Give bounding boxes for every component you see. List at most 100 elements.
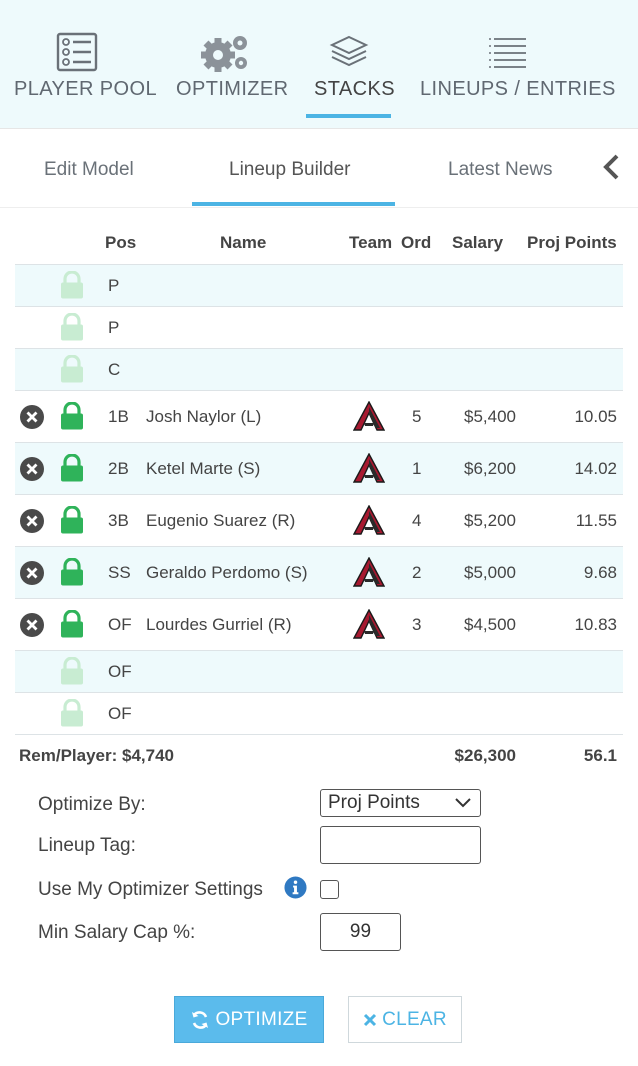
table-footer: Rem/Player: $4,740 $26,300 56.1 <box>15 734 623 776</box>
nav-optimizer[interactable]: OPTIMIZER <box>176 30 288 101</box>
lock-icon[interactable] <box>59 312 85 341</box>
remove-player-icon[interactable] <box>19 560 45 586</box>
remove-player-icon[interactable] <box>19 404 45 430</box>
player-order: 1 <box>412 459 422 478</box>
lock-icon[interactable] <box>59 505 85 534</box>
player-salary: $5,400 <box>464 407 516 426</box>
player-pos: 3B <box>108 511 129 530</box>
optimize-by-value: Proj Points <box>328 792 420 813</box>
player-proj-points: 11.55 <box>575 511 617 530</box>
player-proj-points: 14.02 <box>574 459 617 478</box>
nav-label: PLAYER POOL <box>14 78 157 100</box>
player-order: 2 <box>412 563 422 582</box>
player-name[interactable]: Ketel Marte (S) <box>146 459 260 479</box>
collapse-panel-button[interactable] <box>598 151 624 183</box>
table-row: OF Lourdes Gurriel (R) 3 $4,500 10.83 <box>15 598 623 650</box>
table-row: 3B Eugenio Suarez (R) 4 $5,200 11.55 <box>15 494 623 546</box>
lock-icon[interactable] <box>59 698 85 727</box>
player-name[interactable]: Eugenio Suarez (R) <box>146 511 295 531</box>
numbered-list-icon <box>420 30 595 74</box>
lock-icon[interactable] <box>59 354 85 383</box>
player-salary: $5,200 <box>464 511 516 530</box>
player-pos: P <box>108 318 120 337</box>
total-proj-points: 56.1 <box>583 746 617 765</box>
player-pos: P <box>108 276 120 295</box>
optimize-button-label: OPTIMIZE <box>215 1008 308 1030</box>
info-icon[interactable] <box>284 876 307 899</box>
chevron-down-icon <box>455 798 471 808</box>
lock-icon[interactable] <box>59 557 85 586</box>
player-name[interactable]: Josh Naylor (L) <box>146 407 261 427</box>
lineup-table: Pos Name Team Ord Salary Proj Points P P C… <box>15 222 623 776</box>
tab-active-indicator <box>192 202 395 206</box>
table-row: C <box>15 348 623 390</box>
col-proj-points[interactable]: Proj Points <box>527 233 617 253</box>
gears-icon <box>176 30 276 74</box>
table-row: SS Geraldo Perdomo (S) 2 $5,000 9.68 <box>15 546 623 598</box>
min-salary-label: Min Salary Cap %: <box>38 922 196 943</box>
remove-player-icon[interactable] <box>19 508 45 534</box>
player-pos: OF <box>108 704 132 723</box>
layers-icon <box>314 30 384 74</box>
nav-active-indicator <box>306 114 391 118</box>
remove-player-icon[interactable] <box>19 456 45 482</box>
col-pos[interactable]: Pos <box>105 233 136 253</box>
player-name[interactable]: Lourdes Gurriel (R) <box>146 615 292 635</box>
tab-edit-model[interactable]: Edit Model <box>44 159 134 181</box>
remaining-per-player: Rem/Player: $4,740 <box>19 746 174 765</box>
col-salary[interactable]: Salary <box>452 233 503 253</box>
clear-button-label: CLEAR <box>382 1008 447 1030</box>
col-name[interactable]: Name <box>220 233 266 253</box>
team-logo-icon <box>352 400 386 433</box>
player-name[interactable]: Geraldo Perdomo (S) <box>146 563 308 583</box>
team-logo-icon <box>352 556 386 589</box>
player-order: 4 <box>412 511 422 530</box>
player-order: 5 <box>412 407 422 426</box>
lock-icon[interactable] <box>59 609 85 638</box>
lock-icon[interactable] <box>59 401 85 430</box>
table-row: P <box>15 306 623 348</box>
player-pos: 1B <box>108 407 129 426</box>
team-logo-icon <box>352 504 386 537</box>
tab-latest-news[interactable]: Latest News <box>448 159 553 181</box>
table-row: 2B Ketel Marte (S) 1 $6,200 14.02 <box>15 442 623 494</box>
use-settings-checkbox[interactable] <box>320 880 339 899</box>
lineup-tag-label: Lineup Tag: <box>38 835 136 856</box>
table-row: OF <box>15 692 623 734</box>
optimize-by-select[interactable]: Proj Points <box>320 789 481 817</box>
team-logo-icon <box>352 452 386 485</box>
min-salary-input[interactable]: 99 <box>320 913 401 951</box>
player-proj-points: 9.68 <box>583 563 617 582</box>
total-salary: $26,300 <box>454 746 516 765</box>
use-settings-label: Use My Optimizer Settings <box>38 879 263 900</box>
player-salary: $5,000 <box>464 563 516 582</box>
player-order: 3 <box>412 615 422 634</box>
nav-player-pool[interactable]: PLAYER POOL <box>14 30 157 101</box>
table-row: 1B Josh Naylor (L) 5 $5,400 10.05 <box>15 390 623 442</box>
nav-stacks[interactable]: STACKS <box>314 30 395 101</box>
sub-tabs: Edit Model Lineup Builder Latest News <box>0 128 638 208</box>
col-ord[interactable]: Ord <box>401 233 431 253</box>
nav-label: STACKS <box>314 78 395 100</box>
team-logo-icon <box>352 608 386 641</box>
lineup-tag-input[interactable] <box>320 826 481 864</box>
nav-label: LINEUPS / ENTRIES <box>420 78 616 100</box>
remove-player-icon[interactable] <box>19 612 45 638</box>
col-team[interactable]: Team <box>349 233 392 253</box>
player-pos: OF <box>108 615 132 634</box>
player-proj-points: 10.05 <box>574 407 617 426</box>
clear-button[interactable]: CLEAR <box>348 996 462 1043</box>
table-row: OF <box>15 650 623 692</box>
lock-icon[interactable] <box>59 270 85 299</box>
player-proj-points: 10.83 <box>574 615 617 634</box>
lock-icon[interactable] <box>59 453 85 482</box>
optimize-button[interactable]: OPTIMIZE <box>174 996 324 1043</box>
player-pos: SS <box>108 563 131 582</box>
lock-icon[interactable] <box>59 656 85 685</box>
player-salary: $4,500 <box>464 615 516 634</box>
tab-lineup-builder[interactable]: Lineup Builder <box>229 159 350 181</box>
nav-lineups-entries[interactable]: LINEUPS / ENTRIES <box>420 30 616 101</box>
player-salary: $6,200 <box>464 459 516 478</box>
table-header: Pos Name Team Ord Salary Proj Points <box>15 222 623 264</box>
chevron-left-icon <box>603 154 619 180</box>
